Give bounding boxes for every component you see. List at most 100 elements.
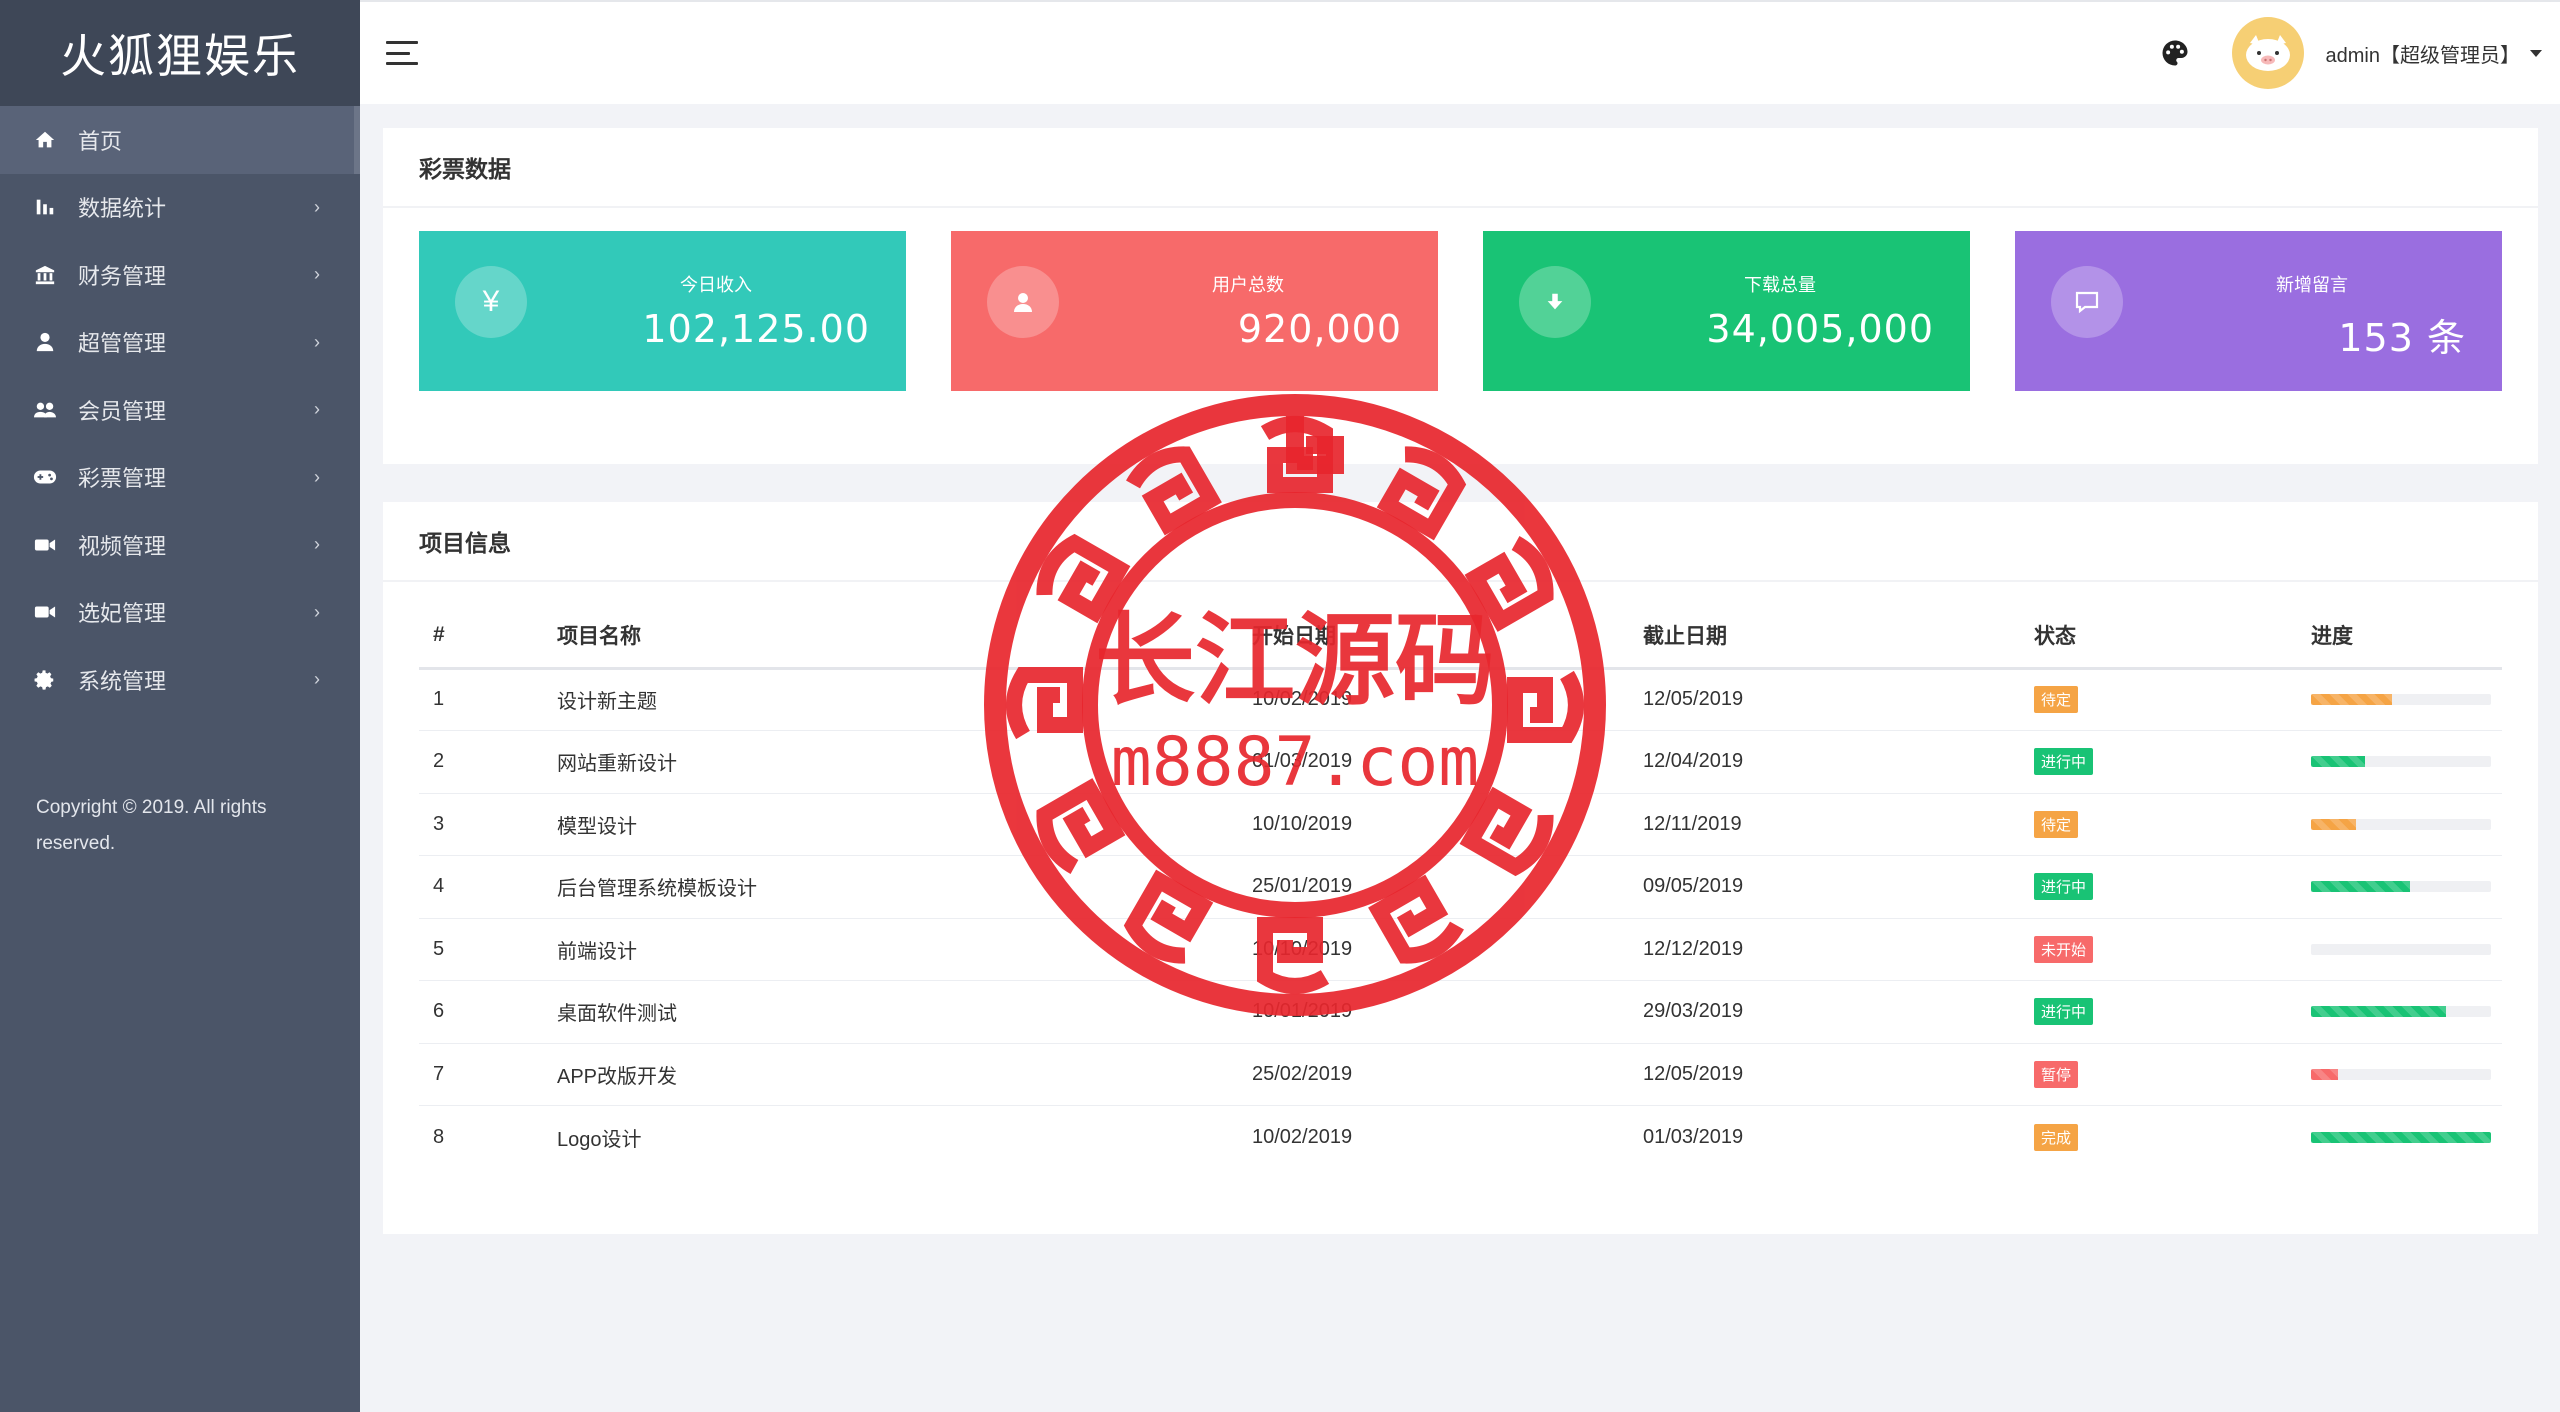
- palette-icon[interactable]: [2160, 38, 2190, 68]
- status-cell: 进行中: [2034, 855, 2311, 919]
- progress-fill: [2311, 756, 2365, 768]
- lottery-data-panel: 彩票数据 ¥ 今日收入 102,125.00 用户总数 920,000 下载总量…: [383, 128, 2538, 464]
- progress-fill: [2311, 1068, 2338, 1080]
- status-badge: 进行中: [2034, 998, 2094, 1026]
- progress-cell: [2311, 918, 2502, 981]
- status-badge: 进行中: [2034, 873, 2094, 901]
- sidebar-item-home[interactable]: 首页: [0, 106, 360, 174]
- column-header: 截止日期: [1643, 604, 2034, 670]
- sidebar-item-lottery[interactable]: 彩票管理 ›: [0, 444, 360, 512]
- sidebar-item-system[interactable]: 系统管理 ›: [0, 646, 360, 714]
- avatar[interactable]: [2231, 17, 2304, 89]
- row-id: 5: [419, 918, 557, 981]
- column-header: 开始日期: [1252, 604, 1643, 670]
- progress-fill: [2311, 694, 2392, 706]
- header-user-area: admin【超级管理员】: [2160, 17, 2560, 89]
- row-id: 2: [419, 730, 557, 794]
- progress-bar: [2311, 1068, 2491, 1080]
- status-badge: 完成: [2034, 1123, 2079, 1151]
- progress-fill: [2311, 881, 2410, 893]
- menu-icon[interactable]: [386, 41, 418, 65]
- project-name: 模型设计: [557, 793, 1252, 856]
- status-cell: 完成: [2034, 1106, 2311, 1169]
- sidebar-item-video[interactable]: 视频管理 ›: [0, 511, 360, 579]
- start-date: 25/01/2019: [1252, 855, 1643, 919]
- end-date: 09/05/2019: [1643, 855, 2034, 919]
- sidebar-item-statistics[interactable]: 数据统计 ›: [0, 174, 360, 242]
- start-date: 10/10/2019: [1252, 918, 1643, 981]
- table-row[interactable]: 7 APP改版开发 25/02/2019 12/05/2019 暂停: [419, 1043, 2502, 1106]
- stat-label: 今日收入: [680, 275, 752, 295]
- status-cell: 待定: [2034, 793, 2311, 856]
- user-name[interactable]: admin【超级管理员】: [2326, 39, 2520, 68]
- sidebar-item-finance[interactable]: 财务管理 ›: [0, 241, 360, 309]
- gamepad-icon: [32, 464, 58, 490]
- project-name: 后台管理系统模板设计: [557, 855, 1252, 919]
- progress-cell: [2311, 793, 2502, 856]
- progress-cell: [2311, 1043, 2502, 1106]
- progress-cell: [2311, 1106, 2502, 1169]
- download-icon: [1519, 266, 1591, 338]
- project-name: APP改版开发: [557, 1043, 1252, 1106]
- table-row[interactable]: 3 模型设计 10/10/2019 12/11/2019 待定: [419, 793, 2502, 856]
- bar-chart-icon: [32, 194, 58, 220]
- status-badge: 未开始: [2034, 935, 2094, 963]
- progress-fill: [2311, 818, 2356, 830]
- project-name: 桌面软件测试: [557, 980, 1252, 1044]
- row-id: 3: [419, 793, 557, 856]
- progress-bar: [2311, 881, 2491, 893]
- table-row[interactable]: 8 Logo设计 10/02/2019 01/03/2019 完成: [419, 1106, 2502, 1169]
- panel-title: 项目信息: [383, 502, 2538, 582]
- progress-bar: [2311, 943, 2491, 955]
- end-date: 12/12/2019: [1643, 918, 2034, 981]
- table-row[interactable]: 2 网站重新设计 01/03/2019 12/04/2019 进行中: [419, 730, 2502, 794]
- stat-value: 920,000: [1237, 307, 1402, 351]
- chevron-right-icon: ›: [314, 669, 320, 690]
- column-header: 项目名称: [557, 604, 1252, 670]
- chevron-right-icon: ›: [314, 331, 320, 352]
- start-date: 10/02/2019: [1252, 668, 1643, 731]
- table-row[interactable]: 5 前端设计 10/10/2019 12/12/2019 未开始: [419, 918, 2502, 981]
- sidebar: 火狐狸娱乐 首页 数据统计 › 财务管理 › 超管管理 › 会员管理 › 彩票管…: [0, 0, 360, 1412]
- gear-icon: [32, 667, 58, 693]
- sidebar-item-label: 会员管理: [78, 398, 167, 424]
- sidebar-item-label: 视频管理: [78, 533, 167, 559]
- sidebar-item-super-admin[interactable]: 超管管理 ›: [0, 309, 360, 377]
- table-row[interactable]: 4 后台管理系统模板设计 25/01/2019 09/05/2019 进行中: [419, 855, 2502, 919]
- sidebar-nav: 首页 数据统计 › 财务管理 › 超管管理 › 会员管理 › 彩票管理 › 视频…: [0, 106, 360, 714]
- start-date: 10/10/2019: [1252, 793, 1643, 856]
- status-cell: 未开始: [2034, 918, 2311, 981]
- status-badge: 待定: [2034, 686, 2079, 714]
- start-date: 25/02/2019: [1252, 1043, 1643, 1106]
- progress-fill: [2311, 1006, 2446, 1018]
- project-name: 设计新主题: [557, 668, 1252, 731]
- end-date: 29/03/2019: [1643, 980, 2034, 1044]
- stat-value: 153 条: [2338, 316, 2466, 360]
- project-name: 前端设计: [557, 918, 1252, 981]
- stat-label: 新增留言: [2276, 275, 2348, 295]
- row-id: 8: [433, 1125, 445, 1148]
- row-id: 1: [419, 668, 557, 731]
- column-header: 进度: [2311, 604, 2502, 670]
- start-date: 10/01/2019: [1252, 980, 1643, 1044]
- brand-logo[interactable]: 火狐狸娱乐: [0, 0, 360, 106]
- table-row[interactable]: 6 桌面软件测试 10/01/2019 29/03/2019 进行中: [419, 980, 2502, 1044]
- user-icon: [987, 266, 1059, 338]
- column-header: #: [419, 604, 557, 670]
- table-row[interactable]: 1 设计新主题 10/02/2019 12/05/2019 待定: [419, 668, 2502, 731]
- progress-fill: [2311, 1131, 2491, 1143]
- progress-bar: [2311, 1006, 2491, 1018]
- stat-card-income: ¥ 今日收入 102,125.00: [419, 231, 906, 391]
- row-id: 7: [419, 1043, 557, 1106]
- chevron-right-icon: ›: [314, 466, 320, 487]
- caret-down-icon[interactable]: [2530, 49, 2542, 57]
- sidebar-item-label: 系统管理: [78, 668, 167, 694]
- copyright-text: Copyright © 2019. All rights reserved.: [36, 797, 267, 854]
- end-date: 12/05/2019: [1643, 668, 2034, 731]
- chevron-right-icon: ›: [314, 601, 320, 622]
- sidebar-item-members[interactable]: 会员管理 ›: [0, 376, 360, 444]
- sidebar-item-selection[interactable]: 选妃管理 ›: [0, 579, 360, 647]
- status-cell: 待定: [2034, 668, 2311, 731]
- row-id: 6: [419, 980, 557, 1044]
- progress-cell: [2311, 980, 2502, 1044]
